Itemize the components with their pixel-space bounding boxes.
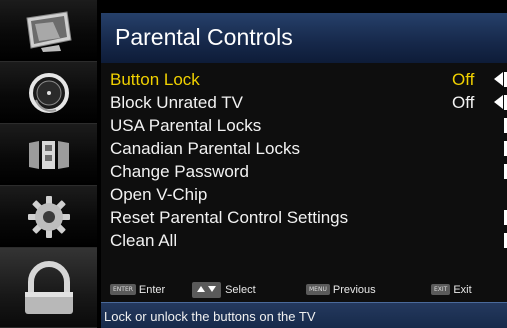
audio-icon: [26, 70, 72, 116]
menu-item-change-password[interactable]: Change Password: [101, 160, 507, 183]
menu-item-label: Clean All: [110, 231, 178, 250]
parental-lock-icon: [21, 260, 77, 316]
menu-item-label: Block Unrated TV: [110, 93, 243, 112]
menu-item-canadian-parental-locks[interactable]: Canadian Parental Locks: [101, 137, 507, 160]
channels-icon: [25, 137, 73, 173]
hint-label: Previous: [332, 284, 376, 296]
up-down-arrows-icon: [192, 282, 222, 298]
hint-label: Exit: [453, 284, 472, 296]
title-bar: Parental Controls: [101, 13, 507, 63]
sidebar-item-audio[interactable]: [0, 62, 97, 124]
menu-item-label: Open V-Chip: [110, 185, 208, 204]
parental-controls-panel: Parental Controls Button Lock Off Block …: [101, 13, 507, 328]
sidebar-item-channels[interactable]: [0, 124, 97, 186]
menu-item-label: USA Parental Locks: [110, 116, 262, 135]
menu-item-reset-parental-control-settings[interactable]: Reset Parental Control Settings: [101, 206, 507, 229]
menu-item-label: Change Password: [110, 162, 249, 181]
menu-item-button-lock[interactable]: Button Lock Off: [101, 68, 507, 91]
hint-label: Enter: [138, 284, 166, 296]
hint-enter: ENTER Enter: [110, 284, 165, 296]
menu-item-value: Off: [452, 93, 475, 112]
exit-key-icon: EXIT: [431, 284, 451, 295]
picture-icon: [23, 10, 75, 52]
hint-label: Select: [225, 284, 256, 296]
menu-item-label: Button Lock: [110, 70, 200, 89]
sidebar-item-parental[interactable]: [0, 248, 97, 328]
button-hint-bar: ENTER Enter Select MENU Previous EXIT Exit: [101, 280, 507, 302]
sidebar-item-picture[interactable]: [0, 0, 97, 62]
menu-sidebar: [0, 0, 97, 328]
menu-item-usa-parental-locks[interactable]: USA Parental Locks: [101, 114, 507, 137]
menu-key-icon: MENU: [306, 284, 330, 295]
menu-item-block-unrated-tv[interactable]: Block Unrated TV Off: [101, 91, 507, 114]
menu-item-label: Reset Parental Control Settings: [110, 208, 349, 227]
status-text: Lock or unlock the buttons on the TV: [104, 309, 316, 324]
settings-gear-icon: [26, 194, 72, 240]
menu-item-value: Off: [452, 70, 475, 89]
enter-key-icon: ENTER: [110, 284, 136, 295]
menu-item-open-v-chip[interactable]: Open V-Chip: [101, 183, 507, 206]
menu-item-clean-all[interactable]: Clean All: [101, 229, 507, 252]
hint-exit: EXIT Exit: [431, 284, 472, 296]
status-bar: Lock or unlock the buttons on the TV: [101, 302, 507, 328]
hint-previous: MENU Previous: [306, 284, 376, 296]
sidebar-item-settings[interactable]: [0, 186, 97, 248]
left-arrow-icon[interactable]: [494, 95, 503, 109]
page-title: Parental Controls: [115, 24, 293, 50]
hint-select: Select: [192, 282, 256, 298]
left-arrow-icon[interactable]: [494, 72, 503, 86]
menu-item-label: Canadian Parental Locks: [110, 139, 300, 158]
